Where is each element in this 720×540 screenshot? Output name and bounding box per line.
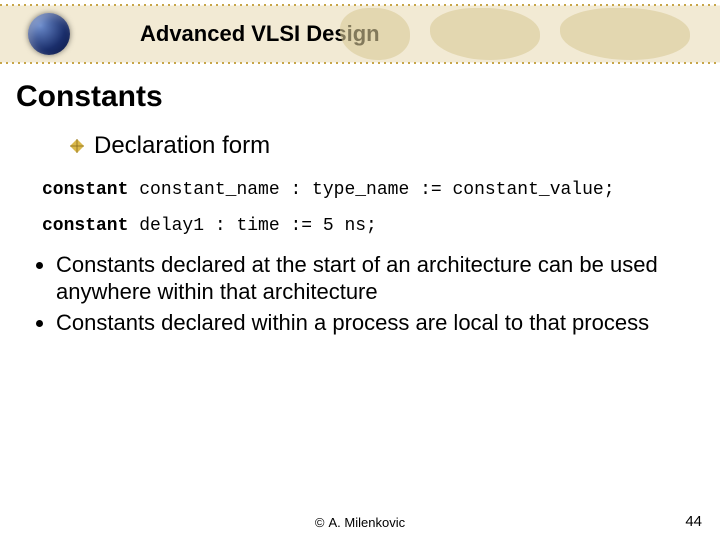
code-example-line: constant delay1 : time := 5 ns; xyxy=(42,216,698,236)
list-item: Constants declared within a process are … xyxy=(56,310,698,337)
globe-icon xyxy=(28,13,70,55)
code-template-line: constant constant_name : type_name := co… xyxy=(42,180,698,200)
subheading-row: Declaration form xyxy=(70,132,698,160)
subheading-text: Declaration form xyxy=(94,132,270,160)
slide-content: Declaration form constant constant_name … xyxy=(0,114,720,336)
keyword: constant xyxy=(42,216,128,236)
list-item: Constants declared at the start of an ar… xyxy=(56,252,698,306)
bullet-list: Constants declared at the start of an ar… xyxy=(56,252,698,336)
map-decoration xyxy=(430,8,540,60)
header-band: Advanced VLSI Design xyxy=(0,0,720,68)
footer: © A. Milenkovic xyxy=(0,515,720,530)
code-rest: delay1 : time := 5 ns; xyxy=(128,216,376,236)
keyword: constant xyxy=(42,180,128,200)
code-rest: constant_name : type_name := constant_va… xyxy=(128,180,614,200)
slide-title: Constants xyxy=(16,80,720,114)
footer-author: A. Milenkovic xyxy=(329,515,406,530)
map-decoration xyxy=(560,8,690,60)
page-number: 44 xyxy=(685,513,702,530)
map-decoration xyxy=(340,8,410,60)
diamond-bullet-icon xyxy=(70,139,84,153)
copyright-symbol: © xyxy=(315,515,325,530)
